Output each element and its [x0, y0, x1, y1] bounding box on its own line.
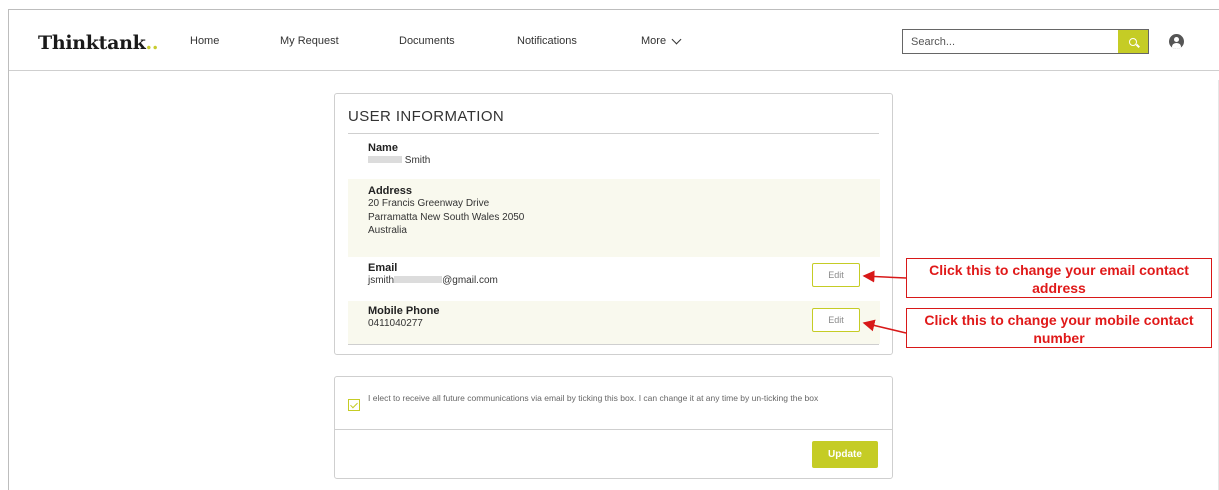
edit-mobile-button[interactable]: Edit	[812, 308, 860, 332]
logo-text: Thinktank	[38, 32, 146, 54]
divider	[348, 344, 879, 345]
edit-email-button[interactable]: Edit	[812, 263, 860, 287]
user-icon-body	[1172, 43, 1181, 49]
thinktank-logo[interactable]: Thinktank..	[38, 32, 158, 54]
name-surname: Smith	[404, 155, 431, 166]
logo-dots: ..	[145, 32, 159, 54]
email-value: jsmith @gmail.com	[368, 274, 880, 288]
search-icon	[1129, 37, 1137, 46]
mobile-callout: Click this to change your mobile contact…	[906, 308, 1212, 348]
nav-more-label: More	[641, 35, 667, 47]
address-line-2: Parramatta New South Wales 2050	[368, 211, 525, 223]
nav-home[interactable]: Home	[190, 35, 219, 47]
consent-card: I elect to receive all future communicat…	[334, 376, 893, 479]
email-consent-checkbox[interactable]	[348, 399, 360, 411]
user-information-card: USER INFORMATION Name Smith Address 20 F…	[334, 93, 893, 355]
nav-more[interactable]: More	[641, 34, 682, 47]
update-button[interactable]: Update	[812, 441, 878, 468]
email-callout: Click this to change your email contact …	[906, 258, 1212, 298]
chevron-down-icon	[671, 34, 682, 44]
address-row: Address 20 Francis Greenway Drive Parram…	[348, 179, 880, 257]
email-label: Email	[368, 262, 398, 274]
mobile-row: Mobile Phone 0411040277 Edit	[348, 301, 880, 344]
app-window: Thinktank.. Home My Request Documents No…	[8, 9, 1219, 490]
nav-notifications[interactable]: Notifications	[517, 35, 577, 47]
user-icon[interactable]	[1169, 34, 1184, 49]
address-line-1: 20 Francis Greenway Drive	[368, 198, 490, 209]
divider	[335, 429, 892, 430]
address-label: Address	[368, 185, 413, 197]
email-prefix: jsmith	[368, 275, 395, 286]
name-row: Name Smith	[348, 142, 880, 178]
consent-text: I elect to receive all future communicat…	[368, 393, 819, 403]
divider	[348, 133, 879, 134]
name-label: Name	[368, 142, 398, 154]
name-value: Smith	[368, 154, 880, 168]
redacted-first-name	[368, 155, 402, 163]
search-box	[902, 29, 1149, 54]
top-nav-bar: Thinktank.. Home My Request Documents No…	[9, 10, 1219, 71]
user-icon-head	[1174, 37, 1179, 42]
email-row: Email jsmith @gmail.com Edit	[348, 259, 880, 301]
address-line-3: Australia	[368, 225, 407, 236]
card-title: USER INFORMATION	[348, 108, 505, 125]
mobile-value: 0411040277	[368, 318, 423, 329]
redacted-email	[394, 275, 443, 283]
mobile-label: Mobile Phone	[368, 305, 440, 317]
search-button[interactable]	[1118, 30, 1148, 53]
nav-my-request[interactable]: My Request	[280, 35, 339, 47]
nav-documents[interactable]: Documents	[399, 35, 455, 47]
search-input[interactable]	[903, 30, 1118, 53]
email-suffix: @gmail.com	[442, 275, 498, 286]
